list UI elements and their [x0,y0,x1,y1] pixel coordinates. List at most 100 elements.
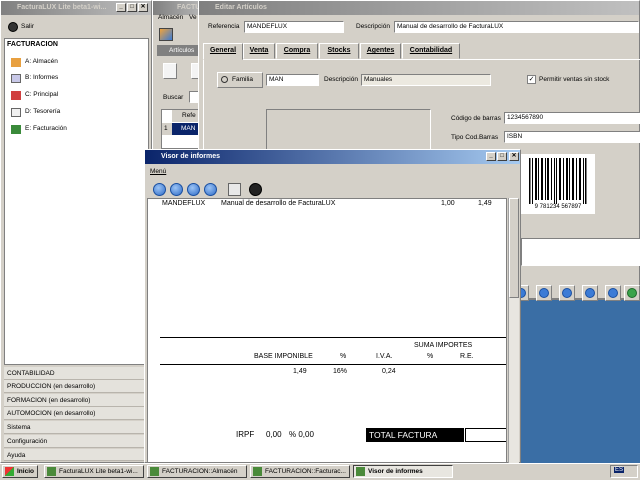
grid-row-num: 1 [162,123,172,135]
report-divider-2 [160,364,506,365]
visor-menu[interactable]: Menú [150,168,166,175]
warehouse-icon [11,58,21,67]
exit-icon [8,22,18,32]
task-visor[interactable]: Visor de informes [353,465,453,478]
task-almacen[interactable]: FACTURACION::Almacén [147,465,247,478]
irpf-value: 0,00 [266,430,282,439]
visor-close-button[interactable]: ✕ [509,152,519,161]
last-page-icon[interactable] [204,183,217,196]
main-window: FacturaLUX Lite beta1-wi... _ □ ✕ Salir … [0,0,152,463]
print-icon[interactable] [228,183,241,196]
app-icon [47,467,56,476]
section-configuracion[interactable]: Configuración [4,435,144,448]
toolbar-button-2[interactable] [536,285,552,301]
tab-stocks[interactable]: Stocks [319,43,359,59]
familia-input[interactable]: MAN [266,74,319,86]
visor-maximize-button[interactable]: □ [497,152,507,161]
main-titlebar[interactable]: FacturaLUX Lite beta1-wi... _ □ ✕ [1,1,151,15]
permitir-checkbox[interactable]: ✓ [527,75,536,84]
tree-item-almacen[interactable]: A: Almacén [11,56,58,68]
task-facturacion[interactable]: FACTURACION::Facturac... [250,465,350,478]
facturacion-header[interactable]: FACTURACION [7,41,58,48]
tipo-cod-label: Tipo Cod.Barras [451,134,499,141]
next-page-icon[interactable] [187,183,200,196]
descripcion-label: Descripción [356,23,390,30]
app-icon [150,467,159,476]
tab-compra[interactable]: Compra [276,43,318,59]
menu-ve[interactable]: Ve [189,14,197,21]
search-icon [221,76,228,83]
visor-minimize-button[interactable]: _ [486,152,496,161]
tab-venta[interactable]: Venta [243,43,275,59]
toolbar-button-6[interactable] [624,285,640,301]
tree-panel: FACTURACION A: Almacén B: Informes C: Pr… [4,38,149,365]
language-indicator[interactable]: ES [614,467,625,473]
start-icon [5,467,14,476]
first-page-icon[interactable] [153,183,166,196]
tree-item-principal[interactable]: C: Principal [11,89,58,101]
irpf-pct: % 0,00 [289,430,314,439]
maximize-button[interactable]: □ [127,3,137,12]
pct-value: 16% [333,368,348,375]
total-factura-value [465,428,506,442]
codigo-barras-input[interactable]: 1234567890 [504,112,640,124]
close-button[interactable]: ✕ [138,3,148,12]
bottom-field[interactable] [521,238,640,266]
report-row-price: 1,49 [478,200,492,207]
start-button[interactable]: Inicio [2,465,38,478]
pct-header: % [340,353,347,360]
report-row-desc: Manual de desarrollo de FacturaLUX [221,200,336,207]
stop-icon[interactable] [249,183,262,196]
toolbar-button-3[interactable] [559,285,575,301]
salir-button[interactable]: Salir [7,20,57,34]
tree-item-tesoreria[interactable]: D: Tesorería [11,106,60,118]
cube-icon[interactable] [159,28,173,41]
iva-header: I.V.A. [376,353,393,360]
minimize-button[interactable]: _ [116,3,126,12]
scrollbar-thumb[interactable] [509,198,519,298]
visor-titlebar[interactable]: Visor de informes _ □ ✕ [145,150,520,164]
section-sistema[interactable]: Sistema [4,421,144,434]
treasury-icon [11,108,21,117]
new-icon[interactable] [163,63,177,79]
editar-title: Editar Artículos [215,4,267,11]
prev-page-icon[interactable] [170,183,183,196]
re-header: R.E. [460,353,474,360]
report-page: MANDEFLUX Manual de desarrollo de Factur… [147,198,507,463]
menu-almacen[interactable]: Almacén [158,14,183,21]
report-divider-1 [160,337,506,338]
section-formacion[interactable]: FORMACION (en desarrollo) [4,394,144,407]
app-icon [356,467,365,476]
tab-general[interactable]: General [203,43,243,60]
section-automocion[interactable]: AUTOMOCION (en desarrollo) [4,407,144,420]
referencia-input[interactable]: MANDEFLUX [244,21,344,33]
tab-contabilidad[interactable]: Contabilidad [402,43,460,59]
tipo-cod-input[interactable]: ISBN [504,131,640,143]
pct2-header: % [427,353,434,360]
tree-item-facturacion[interactable]: E: Facturación [11,123,67,135]
familia-button[interactable]: Familia [217,72,263,88]
irpf-label: IRPF [236,430,255,439]
barcode-text: 9 781234 567897 [534,204,582,210]
editar-titlebar[interactable]: Editar Artículos [199,1,639,15]
section-contabilidad[interactable]: CONTABILIDAD [4,367,144,380]
descripcion-input[interactable]: Manual de desarrollo de FacturaLUX [394,21,639,33]
familia-desc-input[interactable]: Manuales [361,74,491,86]
report-scrollbar[interactable] [508,198,519,463]
task-facturalux[interactable]: FacturaLUX Lite beta1-wi... [44,465,144,478]
tab-agentes[interactable]: Agentes [360,43,401,59]
suma-importes-label: SUMA IMPORTES [414,342,473,349]
toolbar-button-4[interactable] [582,285,598,301]
base-imponible-header: BASE IMPONIBLE [254,353,313,360]
invoicing-icon [11,125,21,134]
codigo-barras-label: Código de barras [451,115,501,122]
total-factura-label: TOTAL FACTURA [366,428,464,442]
section-produccion[interactable]: PRODUCCION (en desarrollo) [4,380,144,393]
principal-icon [11,91,21,100]
section-ayuda[interactable]: Ayuda [4,449,144,461]
toolbar-button-5[interactable] [605,285,621,301]
buscar-label: Buscar [163,94,184,101]
base-value: 1,49 [293,368,307,375]
visor-title: Visor de informes [161,153,221,160]
tree-item-informes[interactable]: B: Informes [11,72,58,84]
